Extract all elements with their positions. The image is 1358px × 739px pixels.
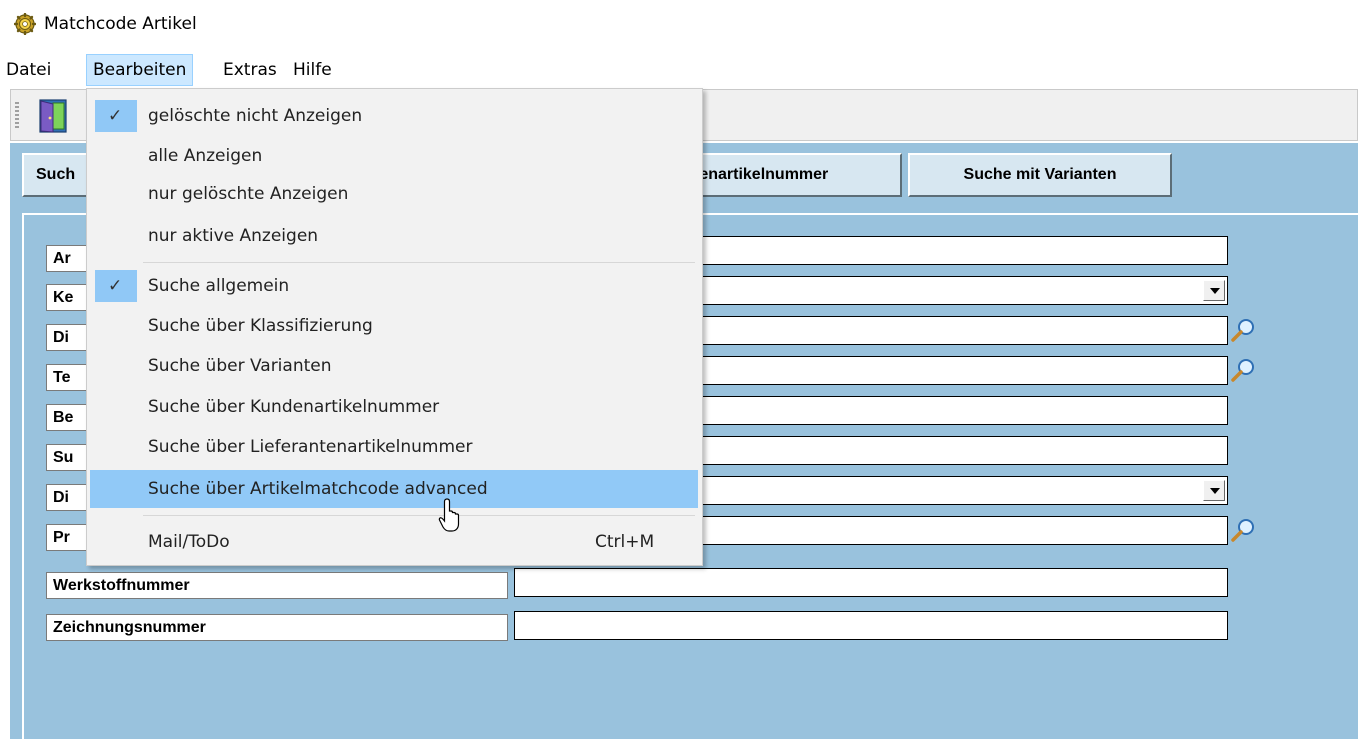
- magnifier-icon[interactable]: [1229, 356, 1257, 384]
- search-with-variants-button[interactable]: Suche mit Varianten: [908, 153, 1172, 197]
- chevron-down-icon[interactable]: [1203, 480, 1225, 501]
- chevron-down-icon[interactable]: [1203, 280, 1225, 301]
- menu-extras[interactable]: Extras: [217, 55, 283, 85]
- menu-datei[interactable]: Datei: [0, 55, 57, 85]
- menu-item-suche-klassifizierung[interactable]: Suche über Klassifizierung: [90, 307, 698, 345]
- magnifier-icon[interactable]: [1229, 316, 1257, 344]
- gear-icon: [14, 13, 36, 35]
- menu-separator: [143, 262, 695, 263]
- menu-item-suche-lieferantenartikelnummer[interactable]: Suche über Lieferantenartikelnummer: [90, 428, 698, 466]
- field-input-werkstoffnummer[interactable]: [514, 568, 1228, 597]
- menu-hilfe[interactable]: Hilfe: [287, 55, 338, 85]
- check-icon: ✓: [95, 100, 137, 132]
- menu-item-nur-geloeschte-anzeigen[interactable]: nur gelöschte Anzeigen: [90, 175, 698, 213]
- menu-item-nur-aktive-anzeigen[interactable]: nur aktive Anzeigen: [90, 217, 698, 255]
- menu-item-mail-todo[interactable]: Mail/ToDo Ctrl+M: [90, 523, 698, 561]
- menu-item-suche-allgemein[interactable]: ✓ Suche allgemein: [90, 267, 698, 305]
- bearbeiten-dropdown-menu: ✓ gelöschte nicht Anzeigen alle Anzeigen…: [86, 88, 703, 566]
- mouse-pointer-icon: [438, 498, 460, 532]
- field-label-werkstoffnummer: Werkstoffnummer: [46, 572, 508, 599]
- menu-bearbeiten[interactable]: Bearbeiten: [86, 54, 194, 86]
- menu-bar: Datei Bearbeiten Extras Hilfe: [0, 53, 1358, 87]
- menu-item-suche-kundenartikelnummer[interactable]: Suche über Kundenartikelnummer: [90, 388, 698, 426]
- menu-item-alle-anzeigen[interactable]: alle Anzeigen: [90, 137, 698, 175]
- title-bar: Matchcode Artikel: [0, 0, 1358, 48]
- magnifier-icon[interactable]: [1229, 516, 1257, 544]
- menu-item-suche-varianten[interactable]: Suche über Varianten: [90, 347, 698, 385]
- menu-item-geloeschte-nicht-anzeigen[interactable]: ✓ gelöschte nicht Anzeigen: [90, 97, 698, 135]
- menu-item-suche-artikelmatchcode-advanced[interactable]: Suche über Artikelmatchcode advanced: [90, 470, 698, 508]
- field-input-zeichnungsnummer[interactable]: [514, 611, 1228, 640]
- toolbar-grip[interactable]: [15, 102, 19, 128]
- exit-door-icon[interactable]: [37, 98, 71, 134]
- field-label-zeichnungsnummer: Zeichnungsnummer: [46, 614, 508, 641]
- window-title: Matchcode Artikel: [44, 14, 197, 34]
- check-icon: ✓: [95, 270, 137, 302]
- menu-separator: [143, 515, 695, 516]
- search-button-partial[interactable]: Such: [22, 153, 90, 197]
